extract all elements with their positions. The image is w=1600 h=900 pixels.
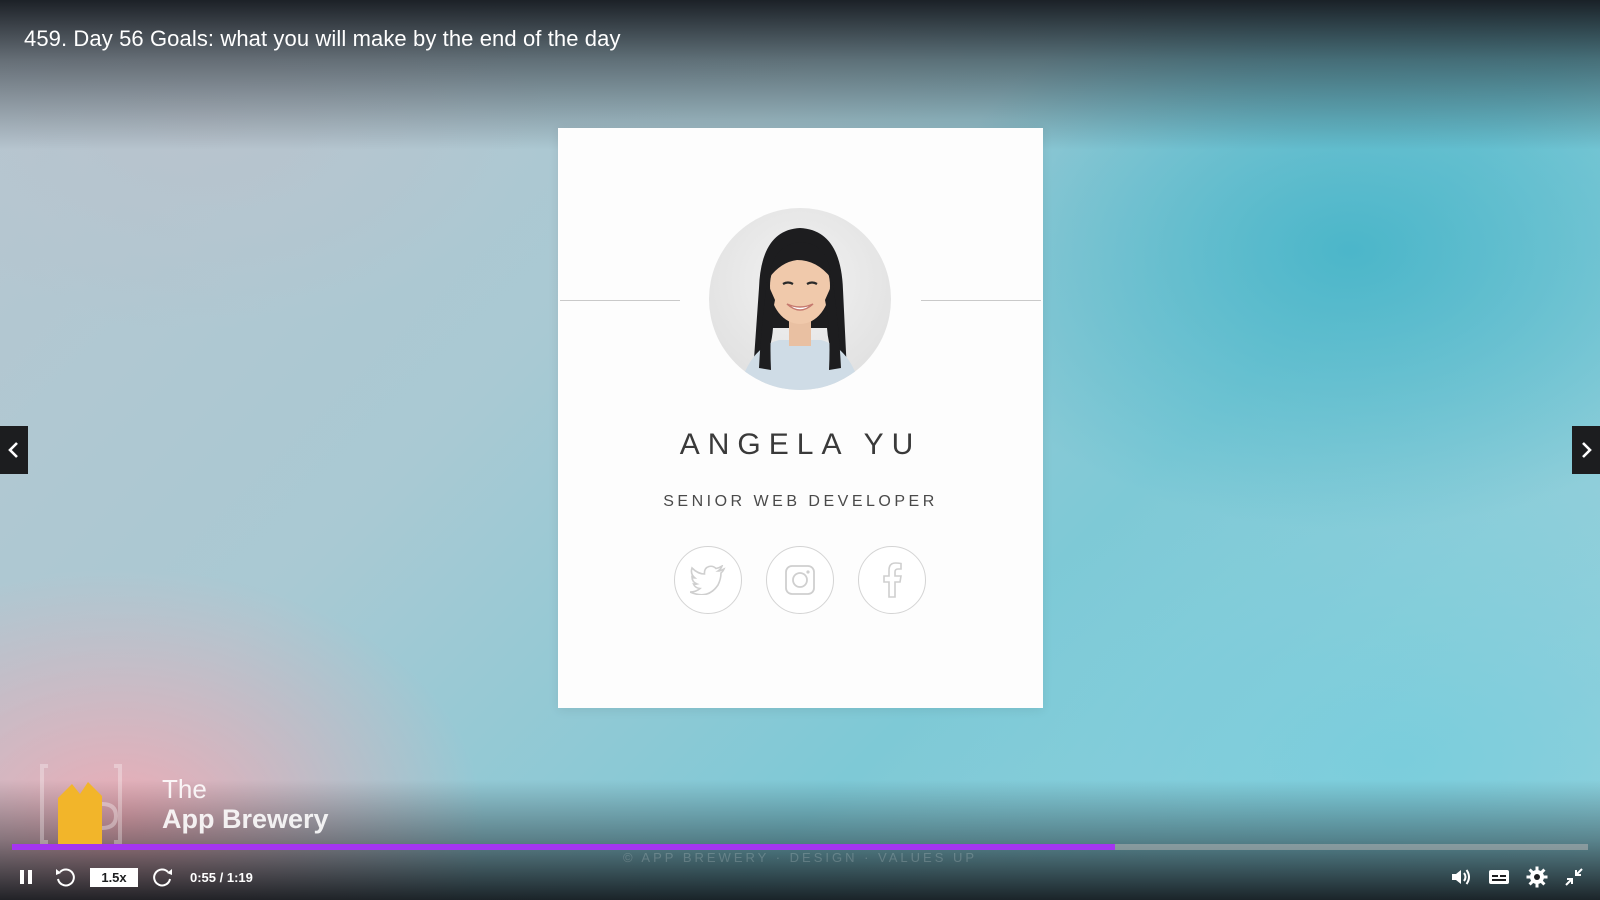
captions-icon: [1489, 870, 1509, 884]
forward-icon: [153, 868, 172, 887]
progress-bar[interactable]: [12, 844, 1588, 850]
instagram-link: [766, 546, 834, 614]
rewind-icon: [56, 868, 75, 887]
card-divider-right: [921, 300, 1041, 301]
settings-icon: [1526, 866, 1548, 888]
chevron-left-icon: [8, 442, 18, 458]
beer-mug-logo: [40, 764, 122, 844]
forward-button[interactable]: [152, 866, 174, 888]
next-lecture-button[interactable]: [1572, 426, 1600, 474]
settings-button[interactable]: [1526, 866, 1548, 888]
exit-fullscreen-icon: [1565, 868, 1583, 886]
chevron-right-icon: [1582, 442, 1592, 458]
player-controls: 1.5x 0:55 / 1:19: [0, 862, 1600, 892]
previous-lecture-button[interactable]: [0, 426, 28, 474]
profile-photo: [709, 208, 891, 390]
volume-icon: [1452, 869, 1470, 885]
watermark-line-2: App Brewery: [162, 804, 329, 835]
progress-fill: [12, 844, 1116, 850]
social-links: [674, 546, 926, 614]
pause-icon: [20, 870, 32, 884]
video-player[interactable]: 459. Day 56 Goals: what you will make by…: [0, 0, 1600, 900]
playback-speed-button[interactable]: 1.5x: [90, 867, 138, 887]
playback-time: 0:55 / 1:19: [190, 869, 253, 885]
profile-card: ANGELA YU SENIOR WEB DEVELOPER: [558, 128, 1043, 708]
profile-role: SENIOR WEB DEVELOPER: [663, 493, 938, 510]
watermark-line-1: The: [162, 773, 207, 804]
facebook-icon: [883, 562, 902, 598]
profile-name: ANGELA YU: [679, 428, 922, 461]
pause-button[interactable]: [16, 867, 36, 887]
twitter-icon: [690, 565, 726, 595]
brand-watermark: The App Brewery: [36, 760, 329, 850]
facebook-link: [858, 546, 926, 614]
twitter-link: [674, 546, 742, 614]
card-divider-left: [560, 300, 680, 301]
lecture-title: 459. Day 56 Goals: what you will make by…: [24, 26, 621, 51]
instagram-icon: [785, 565, 815, 595]
rewind-button[interactable]: [54, 866, 76, 888]
exit-fullscreen-button[interactable]: [1564, 867, 1584, 887]
captions-button[interactable]: [1488, 868, 1510, 886]
volume-button[interactable]: [1450, 867, 1472, 887]
